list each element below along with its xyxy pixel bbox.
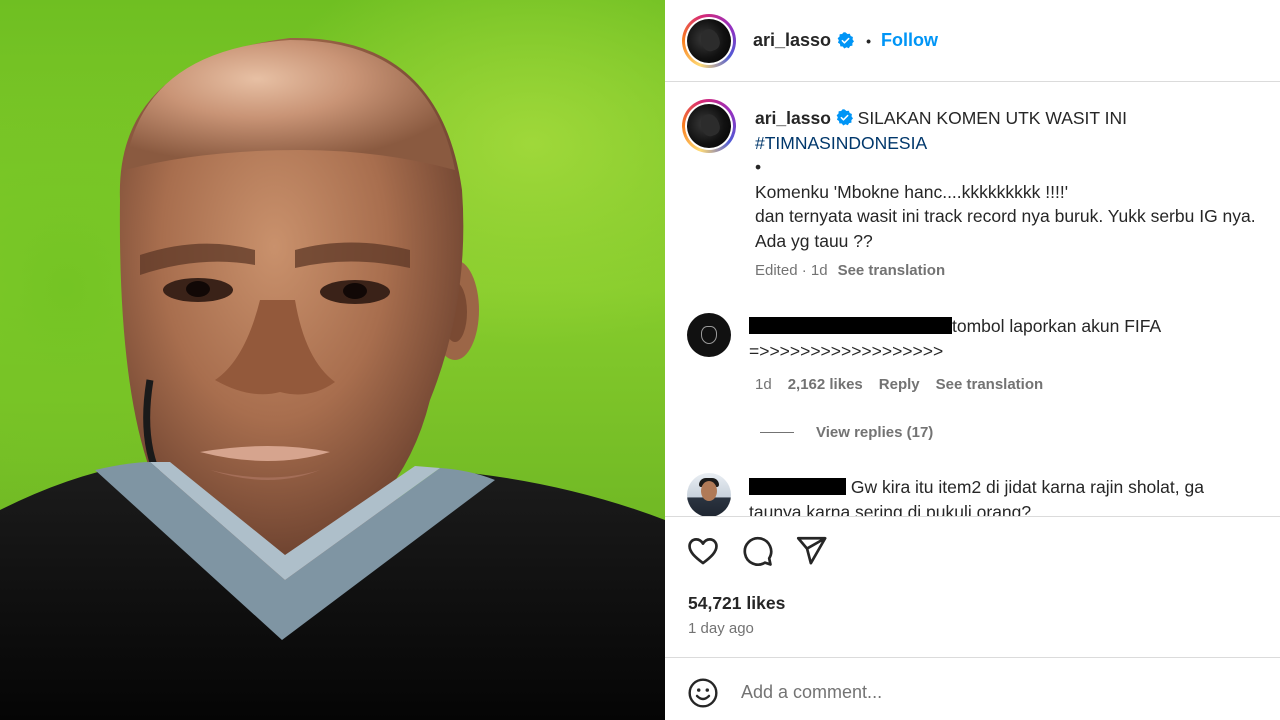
caption-line-5: Ada yg tauu ?? <box>755 230 873 251</box>
post-detail-panel: ari_lasso • Follow ari_lasso SILAKAN KOM… <box>665 0 1280 720</box>
referee-photo <box>0 37 665 720</box>
heart-icon[interactable] <box>686 534 720 568</box>
follow-button[interactable]: Follow <box>881 30 938 51</box>
verified-badge-icon <box>836 109 853 126</box>
caption-bullet: • <box>755 157 762 177</box>
post-caption: ari_lasso SILAKAN KOMEN UTK WASIT INI #T… <box>755 106 1280 253</box>
hashtag-link[interactable]: #TIMNASINDONESIA <box>755 131 1280 156</box>
comment-item: Gw kira itu item2 di jidat karna rajin s… <box>749 475 1269 516</box>
comment-item: tombol laporkan akun FIFA =>>>>>>>>>>>>>… <box>749 314 1269 364</box>
replies-divider <box>760 432 794 433</box>
caption-avatar[interactable] <box>682 99 736 153</box>
post-image[interactable] <box>0 0 665 720</box>
comment-text: Gw kira itu item2 di jidat karna rajin s… <box>850 477 1204 497</box>
edited-label: Edited <box>755 262 798 279</box>
caption-meta: Edited · 1d See translation <box>755 262 946 279</box>
share-icon[interactable] <box>794 534 828 568</box>
post-header: ari_lasso • Follow <box>665 0 1280 82</box>
caption-age[interactable]: 1d <box>811 262 828 279</box>
caption-username[interactable]: ari_lasso <box>755 108 831 128</box>
view-replies-label: View replies (17) <box>816 424 934 441</box>
author-info: ari_lasso • Follow <box>753 30 938 51</box>
caption-line-4: dan ternyata wasit ini track record nya … <box>755 206 1256 226</box>
caption-line-1: SILAKAN KOMEN UTK WASIT INI <box>857 108 1127 128</box>
emoji-icon[interactable] <box>687 677 719 709</box>
redacted-username <box>749 317 952 334</box>
caption-line-3: Komenku 'Mbokne hanc....kkkkkkkkk !!!!' <box>755 181 1069 202</box>
comment-text-2: taunya karna sering di pukuli orang? <box>749 502 1032 516</box>
commenter-avatar[interactable] <box>687 313 731 357</box>
comment-see-translation[interactable]: See translation <box>936 376 1044 393</box>
author-username[interactable]: ari_lasso <box>753 30 831 51</box>
redacted-username <box>749 478 846 495</box>
comment-icon[interactable] <box>740 534 774 568</box>
comment-meta: 1d 2,162 likes Reply See translation <box>755 376 1043 393</box>
author-avatar[interactable] <box>682 14 736 68</box>
verified-badge-icon <box>837 32 855 49</box>
separator-dot: • <box>866 32 871 49</box>
comment-likes[interactable]: 2,162 likes <box>788 376 863 393</box>
likes-count[interactable]: 54,721 likes <box>688 593 785 614</box>
comment-input[interactable] <box>741 675 1261 709</box>
comment-list-viewport[interactable]: Gw kira itu item2 di jidat karna rajin s… <box>665 470 1280 516</box>
commenter-avatar[interactable] <box>687 473 731 516</box>
comment-text-2: =>>>>>>>>>>>>>>>>>> <box>749 341 944 361</box>
view-replies-button[interactable]: View replies (17) <box>760 424 933 441</box>
comment-age[interactable]: 1d <box>755 376 772 393</box>
post-actions: 54,721 likes 1 day ago <box>665 516 1280 657</box>
see-translation-link[interactable]: See translation <box>838 262 946 279</box>
add-comment-bar <box>665 657 1280 720</box>
post-timestamp[interactable]: 1 day ago <box>688 620 754 637</box>
reply-button[interactable]: Reply <box>879 376 920 393</box>
comment-text: tombol laporkan akun FIFA <box>952 316 1162 336</box>
